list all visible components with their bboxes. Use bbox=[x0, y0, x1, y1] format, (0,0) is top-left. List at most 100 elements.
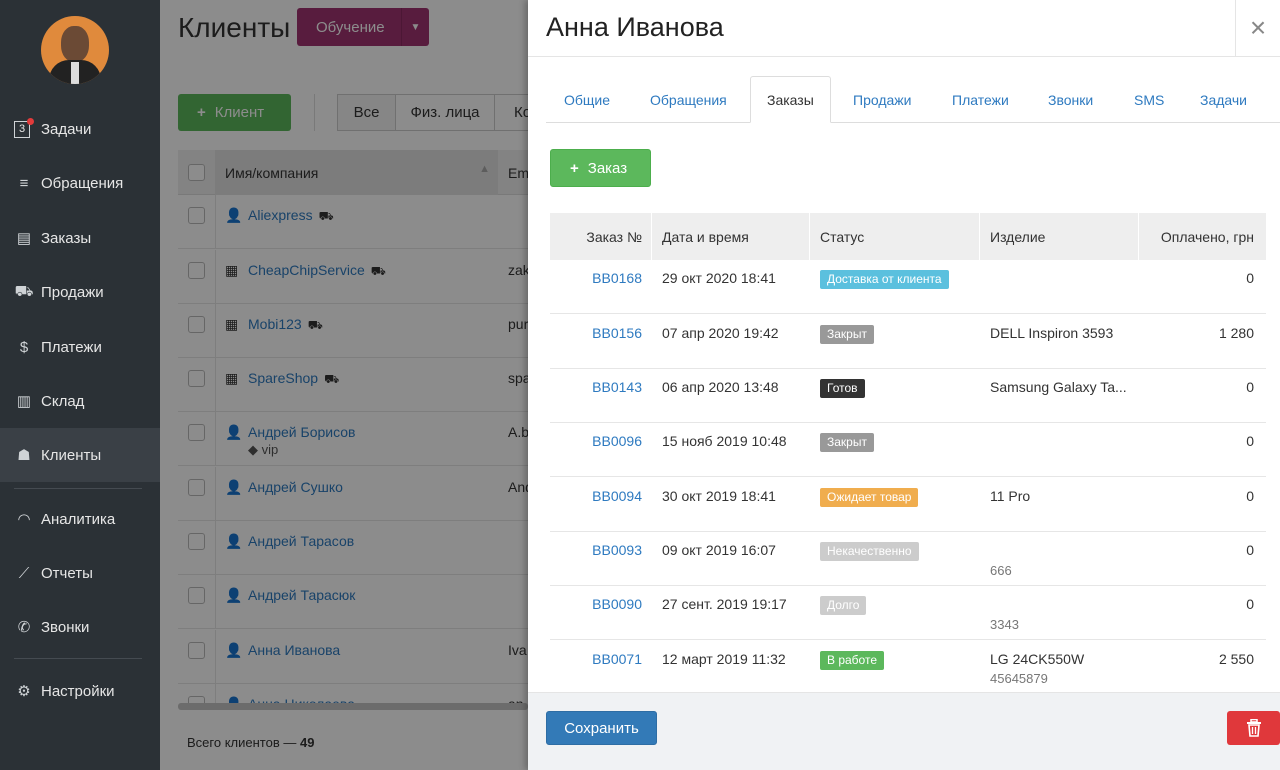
notification-dot bbox=[27, 118, 34, 125]
sidebar-item-payments[interactable]: $ Платежи bbox=[0, 320, 160, 374]
order-row[interactable]: BB0090 27 сент. 2019 19:17 Долго 3343 0 bbox=[550, 586, 1266, 640]
sidebar-item-settings[interactable]: ⚙ Настройки bbox=[0, 664, 160, 718]
order-serial: 45645879 bbox=[990, 671, 1048, 686]
order-number-link[interactable]: BB0096 bbox=[592, 433, 642, 449]
column-paid[interactable]: Оплачено, грн bbox=[1161, 213, 1254, 260]
tab-sales[interactable]: Продажи bbox=[853, 76, 911, 123]
column-date[interactable]: Дата и время bbox=[662, 213, 749, 260]
sidebar-item-sales[interactable]: ⛟ Продажи bbox=[0, 265, 160, 319]
order-date: 07 апр 2020 19:42 bbox=[662, 325, 779, 341]
status-badge: Ожидает товар bbox=[820, 488, 919, 507]
column-item[interactable]: Изделие bbox=[990, 213, 1045, 260]
sidebar-item-label: Настройки bbox=[41, 682, 115, 700]
panel-divider bbox=[528, 56, 1280, 57]
sidebar-item-label: Склад bbox=[41, 392, 85, 410]
order-number-link[interactable]: BB0090 bbox=[592, 596, 642, 612]
order-serial: 666 bbox=[990, 563, 1012, 578]
tab-calls[interactable]: Звонки bbox=[1048, 76, 1093, 123]
orders-icon: ▤ bbox=[16, 230, 32, 247]
order-paid: 2 550 bbox=[1218, 651, 1254, 667]
order-paid: 1 280 bbox=[1218, 325, 1254, 341]
save-button[interactable]: Сохранить bbox=[546, 711, 657, 745]
order-paid: 0 bbox=[1246, 596, 1254, 612]
order-number-link[interactable]: BB0168 bbox=[592, 270, 642, 286]
order-date: 30 окт 2019 18:41 bbox=[662, 488, 776, 504]
sidebar-divider bbox=[14, 658, 142, 659]
order-row[interactable]: BB0156 07 апр 2020 19:42 Закрыт DELL Ins… bbox=[550, 315, 1266, 369]
delete-button[interactable] bbox=[1227, 711, 1280, 745]
sidebar-item-label: Платежи bbox=[41, 338, 102, 356]
dollar-icon: $ bbox=[19, 338, 29, 356]
panel-title: Анна Иванова bbox=[546, 12, 724, 42]
trash-icon bbox=[1246, 719, 1261, 737]
column-status[interactable]: Статус bbox=[820, 213, 864, 260]
order-date: 12 март 2019 11:32 bbox=[662, 651, 786, 667]
sidebar-item-label: Отчеты bbox=[41, 564, 93, 582]
order-number-link[interactable]: BB0071 bbox=[592, 651, 642, 667]
avatar[interactable] bbox=[41, 16, 109, 84]
sidebar: 3 Задачи ≡ Обращения ▤ Заказы ⛟ Продажи … bbox=[0, 0, 160, 770]
tab-orders[interactable]: Заказы bbox=[750, 76, 831, 123]
column-order-number[interactable]: Заказ № bbox=[586, 213, 642, 260]
status-badge: Готов bbox=[820, 379, 865, 398]
add-order-label: Заказ bbox=[587, 159, 628, 177]
order-date: 09 окт 2019 16:07 bbox=[662, 542, 776, 558]
sidebar-item-orders[interactable]: ▤ Заказы bbox=[0, 211, 160, 265]
sidebar-item-label: Заказы bbox=[41, 229, 92, 247]
sidebar-item-label: Звонки bbox=[41, 618, 90, 636]
order-number-link[interactable]: BB0143 bbox=[592, 379, 642, 395]
order-item: LG 24CK550W bbox=[990, 651, 1085, 667]
sidebar-item-requests[interactable]: ≡ Обращения bbox=[0, 156, 160, 210]
tab-payments[interactable]: Платежи bbox=[952, 76, 1009, 123]
sidebar-item-warehouse[interactable]: ▥ Склад bbox=[0, 374, 160, 428]
tab-sms[interactable]: SMS bbox=[1134, 76, 1164, 123]
status-badge: Закрыт bbox=[820, 325, 874, 344]
sidebar-item-clients[interactable]: ☗ Клиенты bbox=[0, 428, 160, 482]
order-row[interactable]: BB0168 29 окт 2020 18:41 Доставка от кли… bbox=[550, 260, 1266, 314]
order-row[interactable]: BB0094 30 окт 2019 18:41 Ожидает товар 1… bbox=[550, 478, 1266, 532]
sidebar-item-label: Продажи bbox=[41, 283, 104, 301]
order-date: 29 окт 2020 18:41 bbox=[662, 270, 776, 286]
tab-general[interactable]: Общие bbox=[564, 76, 610, 123]
cart-icon: ⛟ bbox=[14, 282, 34, 300]
client-panel: Анна Иванова × Общие Обращения Заказы Пр… bbox=[528, 0, 1280, 770]
order-item: Samsung Galaxy Ta... bbox=[990, 379, 1127, 395]
order-row[interactable]: BB0096 15 нояб 2019 10:48 Закрыт 0 bbox=[550, 423, 1266, 477]
sidebar-item-calls[interactable]: ✆ Звонки bbox=[0, 600, 160, 654]
sidebar-item-reports[interactable]: ⟋ Отчеты bbox=[0, 546, 160, 600]
order-serial: 3343 bbox=[990, 617, 1019, 632]
order-item: 11 Pro bbox=[990, 488, 1031, 504]
status-badge: Долго bbox=[820, 596, 867, 615]
phone-icon: ✆ bbox=[17, 619, 31, 636]
order-paid: 0 bbox=[1246, 270, 1254, 286]
sidebar-item-label: Задачи bbox=[41, 120, 92, 138]
order-number-link[interactable]: BB0156 bbox=[592, 325, 642, 341]
order-row[interactable]: BB0143 06 апр 2020 13:48 Готов Samsung G… bbox=[550, 369, 1266, 423]
sidebar-divider bbox=[14, 488, 142, 489]
status-badge: Доставка от клиента bbox=[820, 270, 949, 289]
modal-backdrop[interactable] bbox=[160, 0, 528, 770]
order-date: 15 нояб 2019 10:48 bbox=[662, 433, 787, 449]
order-paid: 0 bbox=[1246, 379, 1254, 395]
order-row[interactable]: BB0071 12 март 2019 11:32 В работе LG 24… bbox=[550, 641, 1266, 692]
order-paid: 0 bbox=[1246, 433, 1254, 449]
gauge-icon: ◠ bbox=[17, 511, 31, 528]
status-badge: Закрыт bbox=[820, 433, 874, 452]
sidebar-item-tasks[interactable]: 3 Задачи bbox=[0, 102, 160, 156]
gear-icon: ⚙ bbox=[17, 683, 31, 700]
status-badge: В работе bbox=[820, 651, 885, 670]
sidebar-item-analytics[interactable]: ◠ Аналитика bbox=[0, 492, 160, 546]
order-number-link[interactable]: BB0094 bbox=[592, 488, 642, 504]
barcode-icon: ▥ bbox=[16, 393, 32, 410]
filter-icon: ≡ bbox=[19, 174, 29, 192]
order-row[interactable]: BB0093 09 окт 2019 16:07 Некачественно 6… bbox=[550, 532, 1266, 586]
order-date: 06 апр 2020 13:48 bbox=[662, 379, 779, 395]
tab-tasks[interactable]: Задачи bbox=[1200, 76, 1247, 123]
order-date: 27 сент. 2019 19:17 bbox=[662, 596, 787, 612]
panel-footer: Сохранить bbox=[528, 692, 1280, 770]
tab-requests[interactable]: Обращения bbox=[650, 76, 727, 123]
add-order-button[interactable]: + Заказ bbox=[550, 149, 651, 187]
close-icon[interactable]: × bbox=[1235, 0, 1280, 56]
order-number-link[interactable]: BB0093 bbox=[592, 542, 642, 558]
plus-icon: + bbox=[570, 159, 579, 177]
